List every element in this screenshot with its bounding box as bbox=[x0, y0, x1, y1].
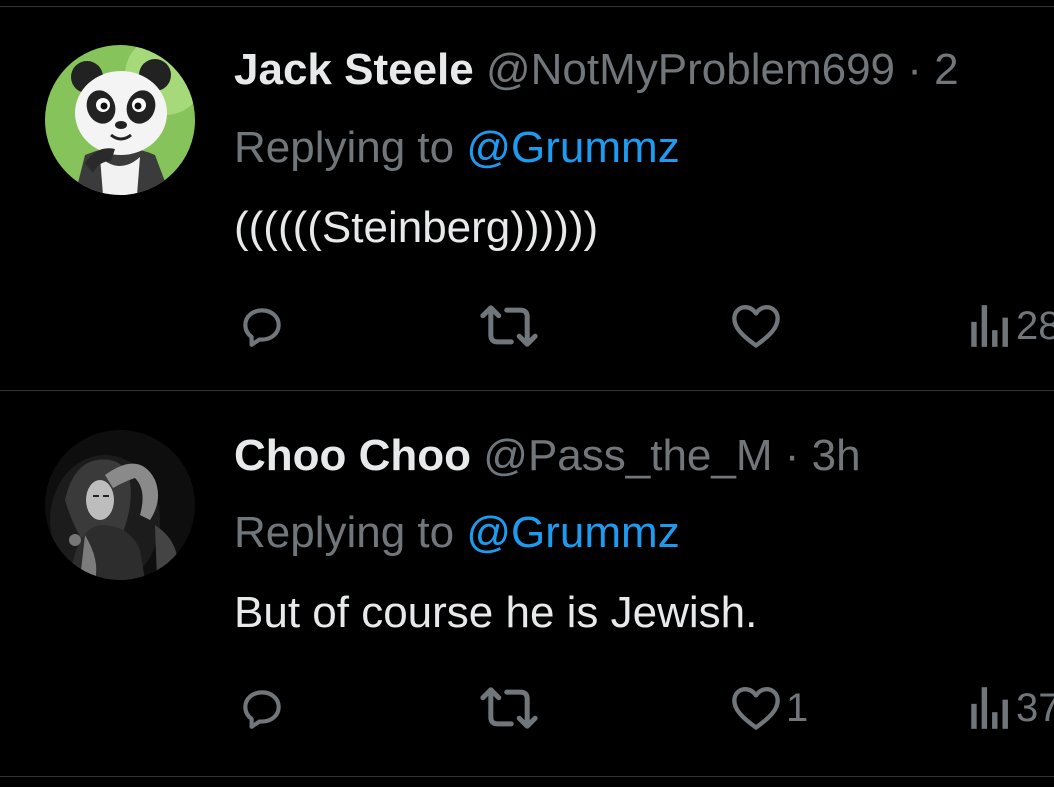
retweet-icon bbox=[480, 305, 538, 347]
replying-to-line: Replying to @Grummz bbox=[234, 508, 680, 558]
views-icon bbox=[971, 687, 1008, 729]
panda-avatar-icon bbox=[45, 45, 195, 195]
like-button[interactable]: 1 bbox=[730, 683, 808, 733]
bw-photo-avatar-icon bbox=[45, 430, 195, 580]
views-button[interactable]: 37 bbox=[968, 683, 1054, 733]
like-icon bbox=[732, 686, 780, 730]
display-name[interactable]: Choo Choo bbox=[234, 431, 471, 480]
reply-button[interactable] bbox=[234, 683, 294, 733]
separator-dot: · bbox=[784, 431, 800, 480]
views-count: 37 bbox=[1016, 686, 1054, 730]
timestamp[interactable]: 3h bbox=[812, 431, 861, 480]
bottom-divider bbox=[0, 776, 1054, 777]
tweet-text: But of course he is Jewish. bbox=[234, 588, 758, 637]
views-count: 28 bbox=[1016, 304, 1054, 348]
avatar[interactable] bbox=[45, 45, 195, 195]
replying-prefix: Replying to bbox=[234, 123, 455, 172]
user-handle[interactable]: @NotMyProblem699 bbox=[486, 45, 895, 94]
user-handle[interactable]: @Pass_the_M bbox=[483, 431, 772, 480]
reply-icon bbox=[243, 308, 281, 347]
timestamp[interactable]: 2 bbox=[934, 45, 958, 94]
avatar[interactable] bbox=[45, 430, 195, 580]
reply-button[interactable] bbox=[234, 301, 294, 351]
tweet-text: ((((((Steinberg)))))) bbox=[234, 203, 599, 252]
like-count: 1 bbox=[786, 686, 809, 730]
views-button[interactable]: 28 bbox=[968, 301, 1054, 351]
tweet-content: Jack Steele @NotMyProblem699 · 2 Replyin… bbox=[234, 7, 1054, 390]
replying-to-line: Replying to @Grummz bbox=[234, 123, 680, 173]
tweet-2[interactable]: Choo Choo @Pass_the_M · 3h Replying to @… bbox=[0, 391, 1054, 776]
tweet-content: Choo Choo @Pass_the_M · 3h Replying to @… bbox=[234, 391, 1054, 776]
display-name[interactable]: Jack Steele bbox=[234, 45, 474, 94]
reply-icon bbox=[243, 690, 281, 729]
retweet-button[interactable] bbox=[478, 301, 544, 351]
like-icon bbox=[732, 304, 780, 348]
separator-dot: · bbox=[907, 45, 922, 94]
tweet-header: Jack Steele @NotMyProblem699 · 2 bbox=[234, 45, 959, 95]
retweet-icon bbox=[480, 687, 538, 729]
like-button[interactable] bbox=[730, 301, 786, 351]
views-icon bbox=[971, 305, 1008, 347]
replying-prefix: Replying to bbox=[234, 508, 455, 557]
mention-link[interactable]: @Grummz bbox=[466, 123, 679, 172]
tweet-header: Choo Choo @Pass_the_M · 3h bbox=[234, 431, 861, 481]
mention-link[interactable]: @Grummz bbox=[466, 508, 679, 557]
retweet-button[interactable] bbox=[478, 683, 544, 733]
tweet-1[interactable]: Jack Steele @NotMyProblem699 · 2 Replyin… bbox=[0, 7, 1054, 390]
